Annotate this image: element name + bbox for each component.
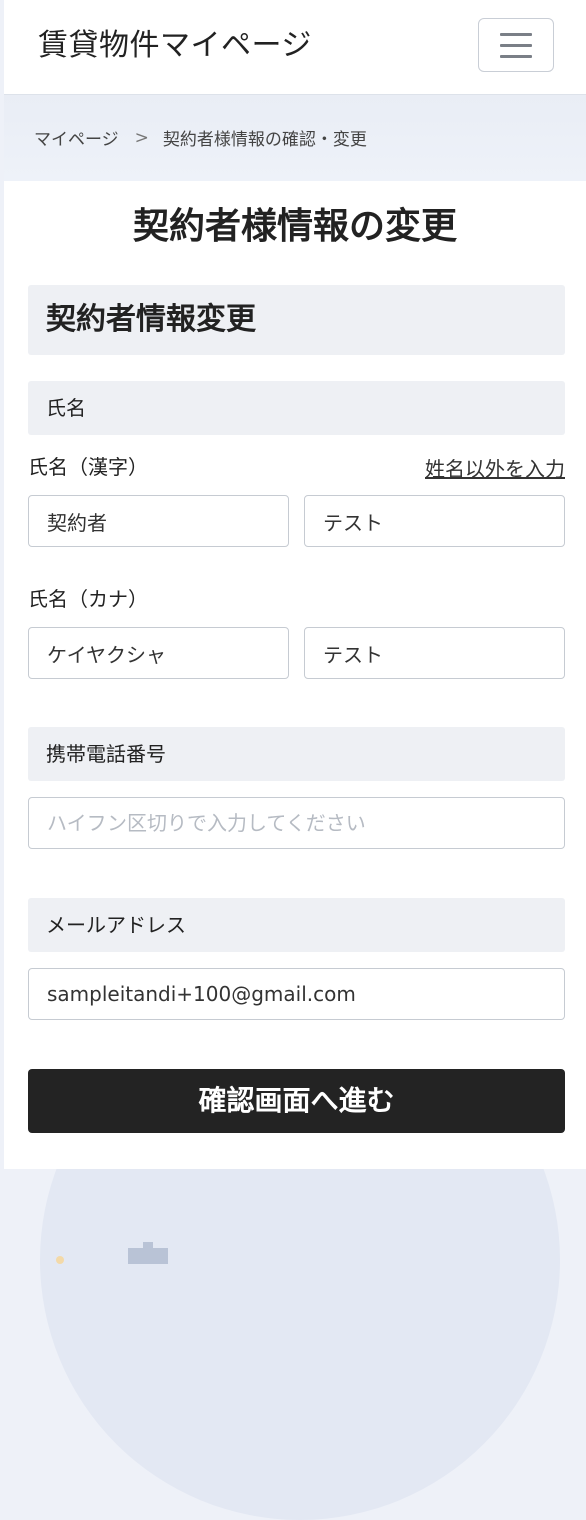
menu-toggle-button[interactable]	[478, 18, 554, 72]
hamburger-menu-icon-bottom	[500, 54, 532, 58]
name-section-heading: 氏名	[28, 381, 565, 435]
hamburger-menu-icon-middle	[500, 43, 532, 47]
page-title: 契約者様情報の変更	[132, 206, 457, 247]
breadcrumb-current: 契約者様情報の確認・変更	[162, 130, 367, 150]
top-header: 賃貸物件マイページ	[4, 0, 586, 95]
app-title: 賃貸物件マイページ	[38, 28, 312, 63]
breadcrumb-home-link[interactable]: マイページ	[34, 125, 119, 150]
email-section-heading: メールアドレス	[28, 898, 565, 952]
last-name-kanji-input[interactable]	[28, 495, 289, 547]
first-name-kanji-input[interactable]	[304, 495, 565, 547]
name-kana-label: 氏名（カナ）	[28, 587, 148, 611]
name-kanji-label: 氏名（漢字）	[28, 455, 148, 479]
other-name-input-link[interactable]: 姓名以外を入力	[425, 455, 565, 483]
first-name-kana-input[interactable]	[304, 627, 565, 679]
proceed-to-confirmation-button[interactable]: 確認画面へ進む	[28, 1069, 565, 1133]
breadcrumb: マイページ > 契約者様情報の確認・変更	[34, 125, 367, 151]
mobile-phone-input[interactable]	[28, 797, 565, 849]
section-title: 契約者情報変更	[28, 285, 565, 355]
phone-section-heading: 携帯電話番号	[28, 727, 565, 781]
chevron-right-icon: >	[134, 127, 149, 148]
hamburger-menu-icon	[500, 32, 532, 36]
last-name-kana-input[interactable]	[28, 627, 289, 679]
email-input[interactable]	[28, 968, 565, 1020]
breadcrumb-bar: マイページ > 契約者様情報の確認・変更	[4, 95, 586, 181]
background-decoration-dot	[56, 1256, 64, 1264]
form-card: 契約者様情報の変更 契約者情報変更 氏名 氏名（漢字） 姓名以外を入力 氏名（カ…	[4, 181, 586, 1169]
background-building-illustration	[128, 1248, 168, 1264]
